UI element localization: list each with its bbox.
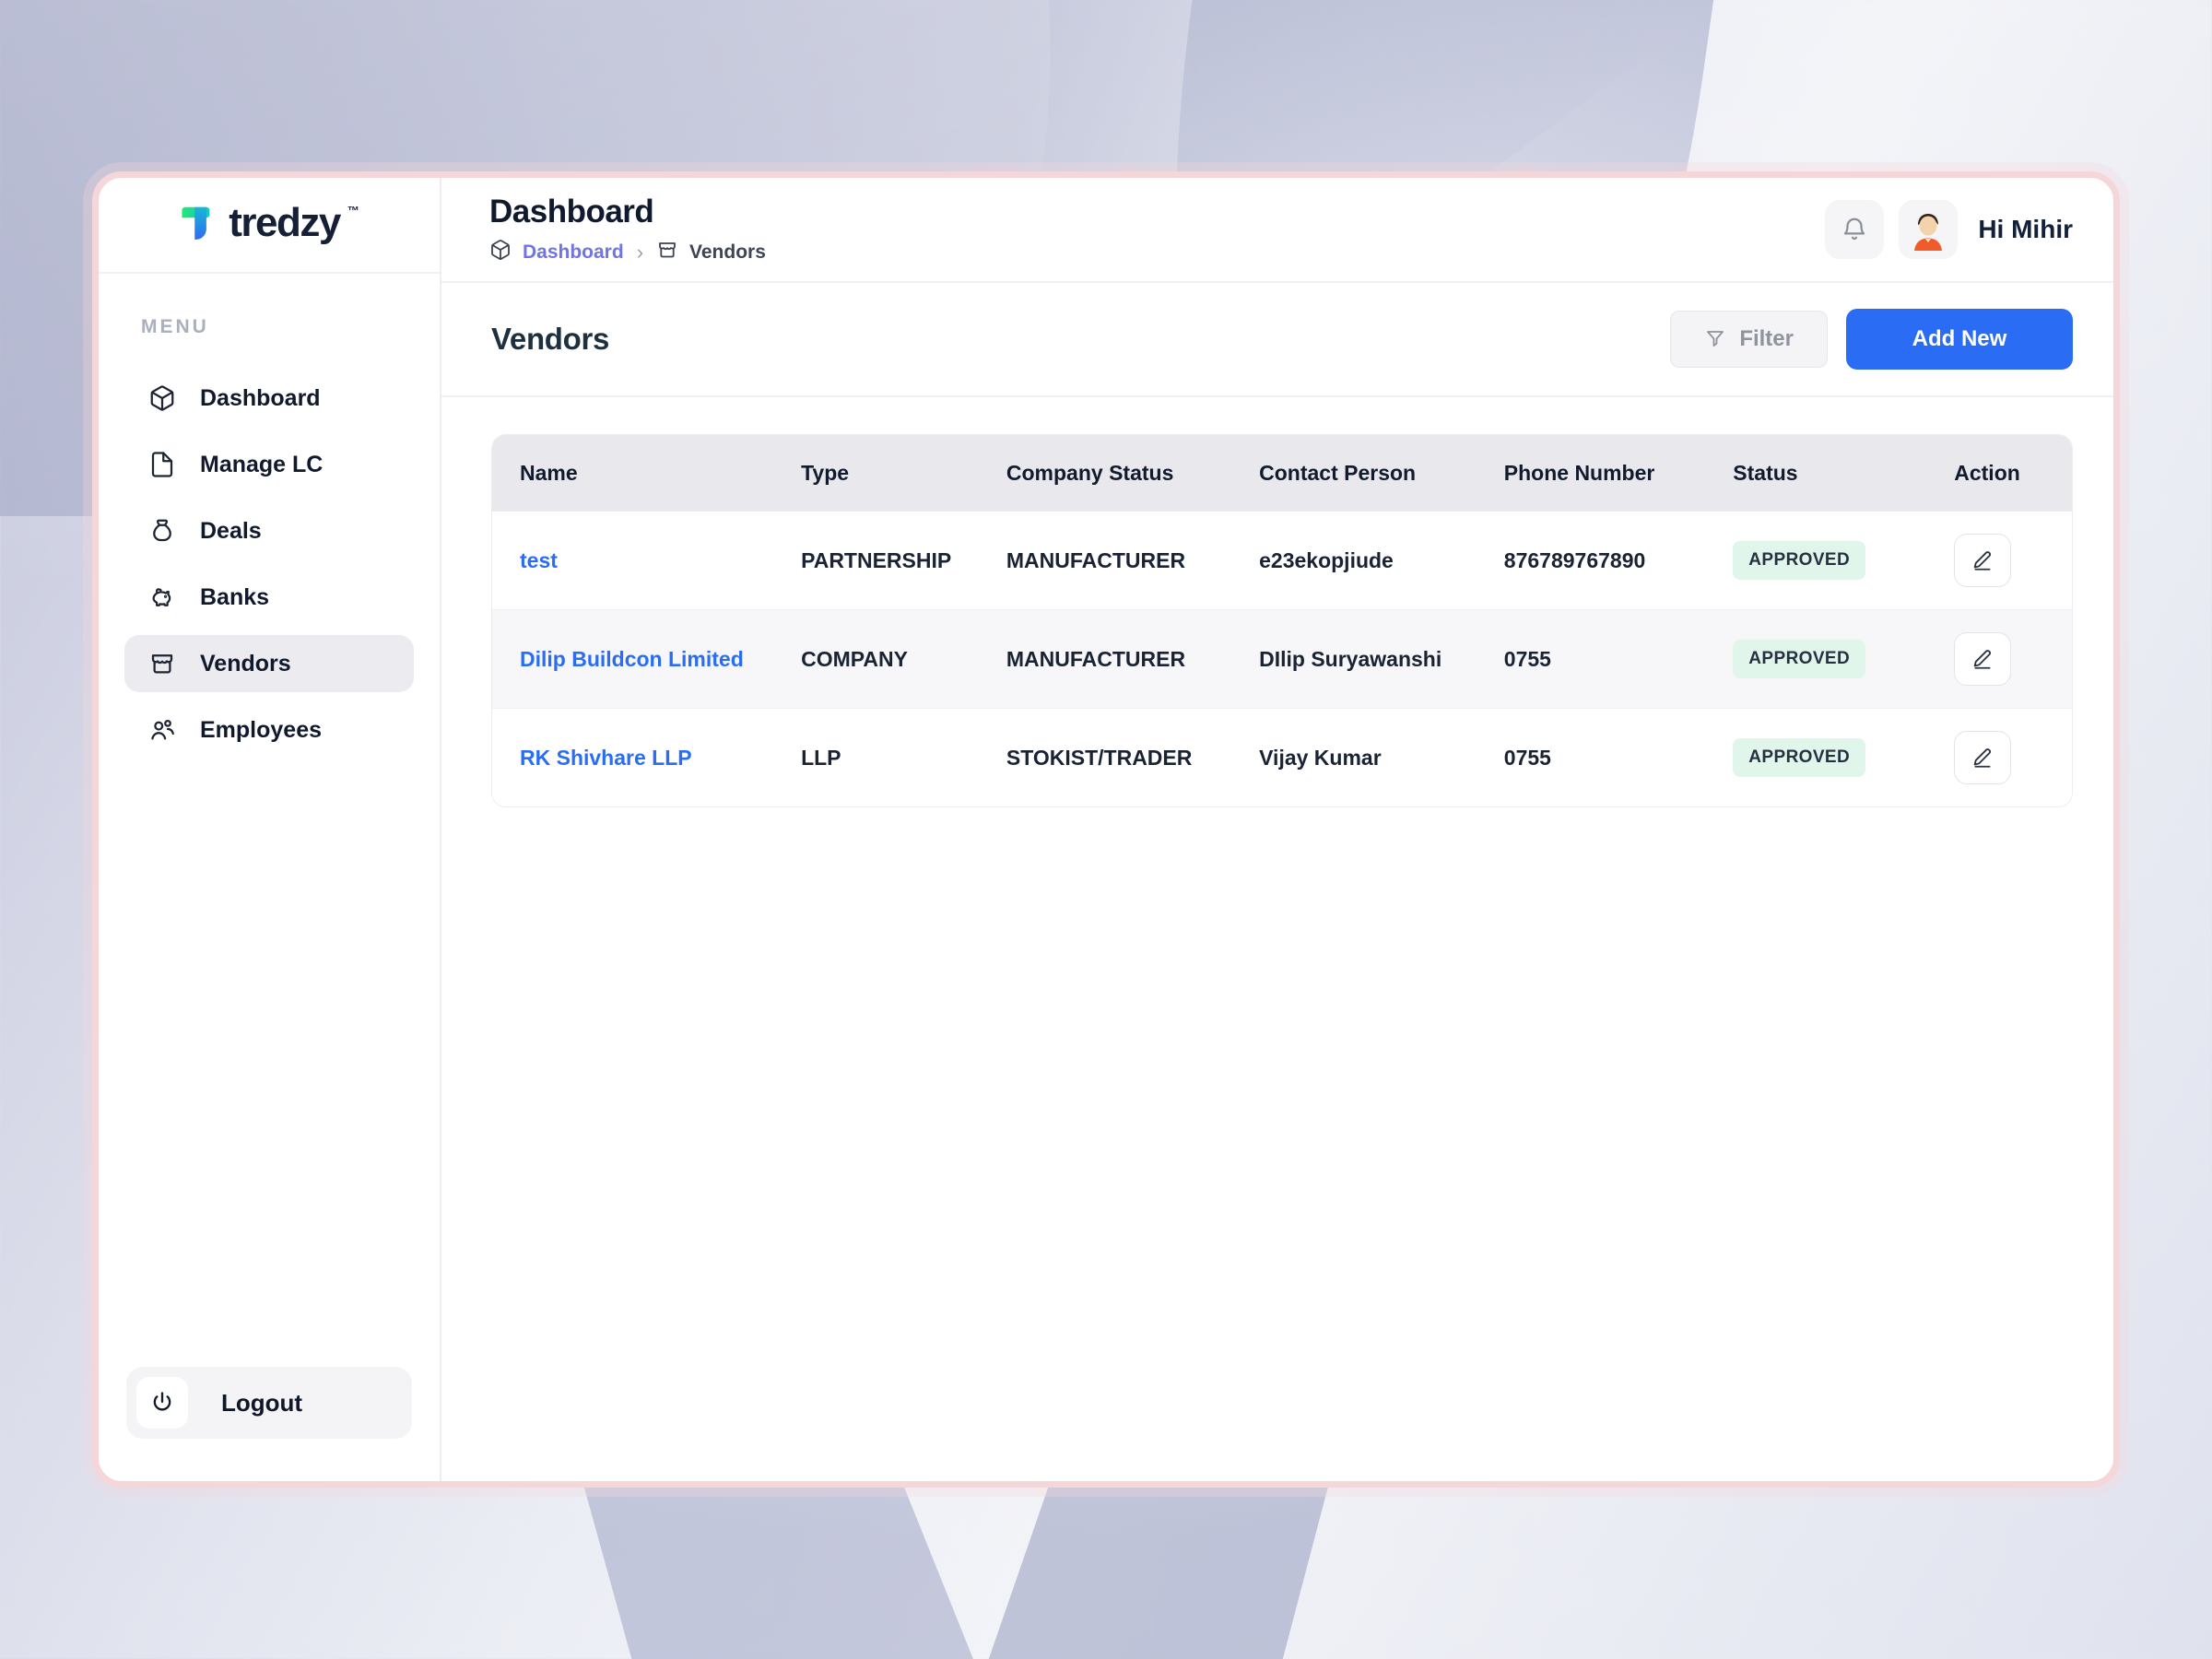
logo-row: tredzy ™ bbox=[99, 178, 440, 274]
breadcrumb-dashboard-link[interactable]: Dashboard bbox=[523, 241, 624, 264]
sidebar-item-employees[interactable]: Employees bbox=[124, 701, 414, 759]
tredzy-logo-icon bbox=[179, 202, 221, 244]
edit-button[interactable] bbox=[1954, 731, 2011, 784]
column-header-phone-number: Phone Number bbox=[1488, 435, 1717, 512]
breadcrumb-current: Vendors bbox=[689, 241, 766, 264]
sidebar-item-banks[interactable]: Banks bbox=[124, 569, 414, 626]
sidebar-nav: Dashboard Manage LC Deals bbox=[99, 351, 440, 759]
status-badge: APPROVED bbox=[1733, 541, 1865, 580]
status-badge: APPROVED bbox=[1733, 640, 1865, 678]
people-icon bbox=[148, 716, 176, 744]
header-right: Hi Mihir bbox=[1825, 200, 2073, 259]
pencil-icon bbox=[1971, 548, 1994, 572]
toolbar-actions: Filter Add New bbox=[1670, 309, 2073, 370]
column-header-status: Status bbox=[1716, 435, 1937, 512]
vendor-contact-person: e23ekopjiude bbox=[1242, 512, 1488, 610]
pencil-icon bbox=[1971, 746, 1994, 770]
notification-bell-button[interactable] bbox=[1825, 200, 1884, 259]
brand-name: tredzy bbox=[229, 202, 340, 244]
cube-icon bbox=[148, 384, 176, 412]
column-header-type: Type bbox=[784, 435, 990, 512]
column-header-contact-person: Contact Person bbox=[1242, 435, 1488, 512]
sidebar: tredzy ™ MENU Dashboard bbox=[99, 178, 441, 1481]
sidebar-item-dashboard[interactable]: Dashboard bbox=[124, 370, 414, 427]
breadcrumb: Dashboard › Vendors bbox=[489, 239, 766, 265]
vendor-name-link[interactable]: test bbox=[520, 548, 558, 572]
avatar[interactable] bbox=[1899, 200, 1958, 259]
table-row: Dilip Buildcon Limited COMPANY MANUFACTU… bbox=[492, 610, 2072, 709]
main-content: Dashboard Dashboard › bbox=[441, 178, 2113, 1481]
sidebar-item-label: Banks bbox=[200, 584, 269, 611]
filter-button[interactable]: Filter bbox=[1670, 311, 1828, 368]
bell-icon bbox=[1841, 216, 1868, 243]
page-header: Dashboard Dashboard › bbox=[441, 178, 2113, 283]
add-new-button[interactable]: Add New bbox=[1846, 309, 2073, 370]
vendors-table: Name Type Company Status Contact Person … bbox=[491, 434, 2073, 807]
vendors-toolbar: Vendors Filter Add New bbox=[441, 283, 2113, 397]
pencil-icon bbox=[1971, 647, 1994, 671]
vendor-contact-person: DIlip Suryawanshi bbox=[1242, 610, 1488, 709]
vendor-phone: 876789767890 bbox=[1488, 512, 1717, 610]
vendor-company-status: MANUFACTURER bbox=[990, 512, 1242, 610]
sidebar-item-vendors[interactable]: Vendors bbox=[124, 635, 414, 692]
trademark-symbol: ™ bbox=[347, 204, 359, 218]
power-icon bbox=[136, 1377, 188, 1429]
sidebar-item-label: Deals bbox=[200, 518, 262, 545]
sidebar-item-manage-lc[interactable]: Manage LC bbox=[124, 436, 414, 493]
table-row: RK Shivhare LLP LLP STOKIST/TRADER Vijay… bbox=[492, 709, 2072, 807]
money-bag-icon bbox=[148, 517, 176, 545]
storefront-icon bbox=[148, 650, 176, 677]
piggy-bank-icon bbox=[148, 583, 176, 611]
sidebar-item-label: Employees bbox=[200, 717, 322, 744]
column-header-company-status: Company Status bbox=[990, 435, 1242, 512]
vendor-name-link[interactable]: Dilip Buildcon Limited bbox=[520, 647, 744, 671]
vendor-phone: 0755 bbox=[1488, 610, 1717, 709]
vendor-type: COMPANY bbox=[784, 610, 990, 709]
file-icon bbox=[148, 451, 176, 478]
cube-icon bbox=[489, 239, 512, 265]
vendor-company-status: MANUFACTURER bbox=[990, 610, 1242, 709]
app-window: tredzy ™ MENU Dashboard bbox=[92, 171, 2120, 1488]
column-header-action: Action bbox=[1937, 435, 2072, 512]
funnel-icon bbox=[1704, 328, 1726, 350]
sidebar-item-label: Manage LC bbox=[200, 452, 323, 478]
column-header-name: Name bbox=[492, 435, 784, 512]
vendor-type: PARTNERSHIP bbox=[784, 512, 990, 610]
vendor-company-status: STOKIST/TRADER bbox=[990, 709, 1242, 807]
breadcrumb-separator: › bbox=[637, 241, 643, 265]
edit-button[interactable] bbox=[1954, 534, 2011, 587]
section-heading: Vendors bbox=[491, 322, 609, 357]
status-badge: APPROVED bbox=[1733, 738, 1865, 777]
table-header-row: Name Type Company Status Contact Person … bbox=[492, 435, 2072, 512]
sidebar-item-label: Dashboard bbox=[200, 385, 321, 412]
edit-button[interactable] bbox=[1954, 632, 2011, 686]
menu-section-label: MENU bbox=[141, 316, 440, 338]
logout-button[interactable]: Logout bbox=[126, 1367, 412, 1439]
vendor-type: LLP bbox=[784, 709, 990, 807]
vendor-phone: 0755 bbox=[1488, 709, 1717, 807]
storefront-icon bbox=[656, 239, 678, 265]
header-left: Dashboard Dashboard › bbox=[489, 194, 766, 265]
sidebar-item-label: Vendors bbox=[200, 651, 291, 677]
sidebar-item-deals[interactable]: Deals bbox=[124, 502, 414, 559]
filter-label: Filter bbox=[1739, 326, 1794, 352]
table-row: test PARTNERSHIP MANUFACTURER e23ekopjiu… bbox=[492, 512, 2072, 610]
logout-label: Logout bbox=[221, 1389, 302, 1418]
user-greeting: Hi Mihir bbox=[1978, 215, 2073, 244]
vendor-contact-person: Vijay Kumar bbox=[1242, 709, 1488, 807]
page-title: Dashboard bbox=[489, 194, 766, 230]
brand-logo: tredzy ™ bbox=[179, 202, 359, 244]
vendor-name-link[interactable]: RK Shivhare LLP bbox=[520, 746, 692, 770]
